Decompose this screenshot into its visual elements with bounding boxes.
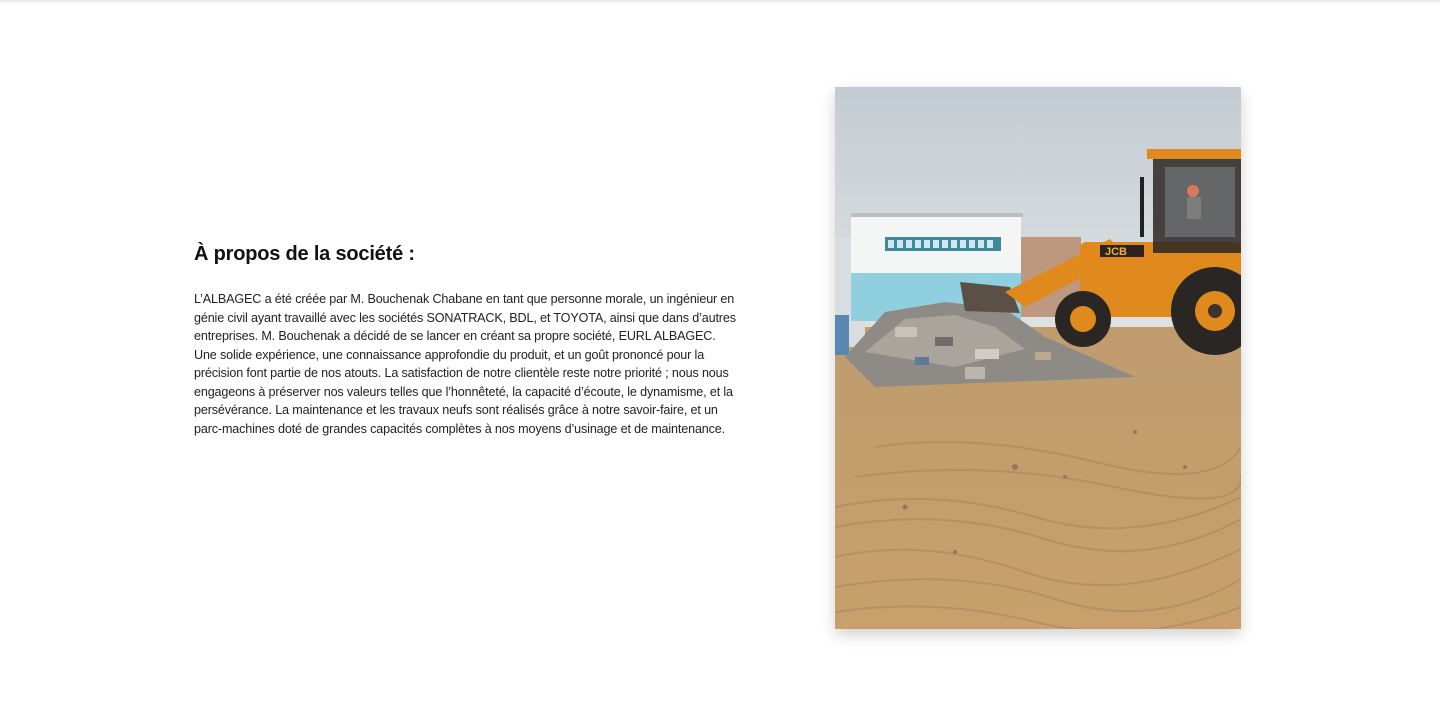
company-photo: JCB [835, 87, 1241, 629]
about-section: À propos de la société : L’ALBAGEC a été… [194, 240, 739, 438]
about-page: À propos de la société : L’ALBAGEC a été… [0, 0, 1440, 704]
header-shadow [0, 0, 1440, 4]
about-title: À propos de la société : [194, 243, 415, 265]
about-paragraph: L’ALBAGEC a été créée par M. Bouchenak C… [194, 292, 736, 436]
svg-text:JCB: JCB [1105, 246, 1127, 258]
construction-site-image: JCB [835, 87, 1241, 629]
